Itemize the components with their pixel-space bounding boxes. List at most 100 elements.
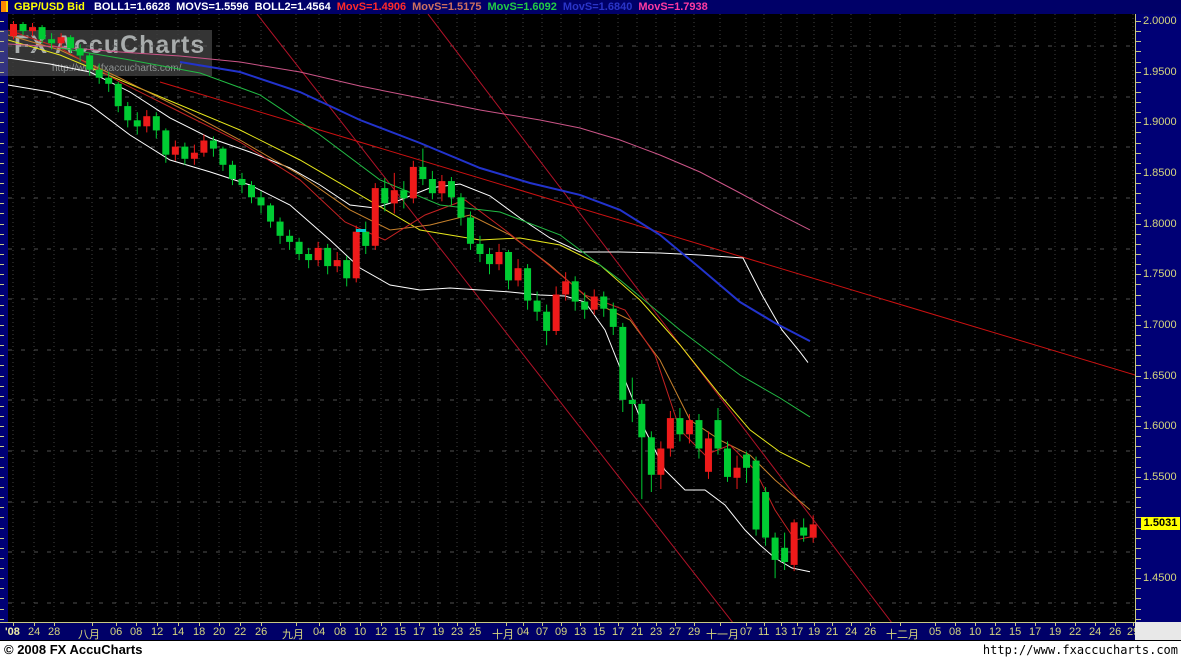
price-tick [1136,578,1141,580]
price-label: 1.9000 [1143,116,1177,129]
time-tick [618,623,619,626]
time-label: 24 [28,626,41,638]
price-tick [1136,304,1141,306]
time-label: 22 [1069,626,1082,638]
price-tick [1136,21,1141,22]
time-tick [1015,623,1016,626]
price-tick [1136,365,1141,367]
time-label: 26 [1109,626,1122,638]
status-bar: © 2008 FX AccuCharts http://www.fxaccuch… [0,640,1181,658]
price-tick [1136,172,1141,174]
time-label: 17 [413,626,426,638]
time-label: 04 [313,626,326,638]
price-label: 1.7500 [1143,268,1177,281]
time-label: 20 [213,626,226,638]
time-label: 06 [110,626,123,638]
time-tick [34,623,35,626]
price-label: 2.0000 [1143,15,1177,27]
price-tick [1136,183,1141,185]
time-tick [400,623,401,626]
price-tick [1136,314,1141,316]
time-label: 18 [193,626,206,638]
time-label: 17 [791,626,804,638]
time-label: 12 [375,626,388,638]
price-tick [1136,274,1141,276]
time-tick [506,623,507,626]
time-tick [1133,623,1134,626]
price-tick [1136,91,1141,93]
fx-accucharts-window: GBP/USD Bid BOLL1=1.6628 MOVS=1.5596 BOLL2… [0,0,1181,658]
time-tick [1055,623,1056,626]
time-tick [1075,623,1076,626]
price-tick [1136,71,1141,73]
time-label: 21 [631,626,644,638]
price-tick [1136,537,1141,539]
price-tick [1136,416,1141,418]
time-label: 07 [740,626,753,638]
time-tick [54,623,55,626]
time-tick [694,623,695,626]
time-label: 05 [929,626,942,638]
time-tick [975,623,976,626]
price-tick [1136,61,1141,63]
candlestick-chart[interactable] [0,0,1181,658]
price-tick [1136,588,1141,590]
time-tick [675,623,676,626]
time-label: 24 [1089,626,1102,638]
time-label: 08 [130,626,143,638]
time-tick [475,623,476,626]
time-tick [580,623,581,626]
time-tick [561,623,562,626]
price-tick [1136,223,1141,225]
price-tick [1136,51,1141,53]
time-label: 07 [536,626,549,638]
time-label: 24 [845,626,858,638]
time-tick [797,623,798,626]
price-tick [1136,41,1141,43]
time-label: 29 [688,626,701,638]
price-tick [1136,446,1141,448]
price-tick [1136,345,1141,347]
price-tick [1136,486,1141,488]
price-tick [1136,284,1141,286]
time-tick [542,623,543,626]
time-axis[interactable]: '08 24 28 八月 06 08 12 14 18 20 22 26 九月 04 08 10 12 15 17 1… [0,622,1139,641]
time-tick [900,623,901,626]
time-tick [136,623,137,626]
time-tick [1115,623,1116,626]
price-tick [1136,335,1141,337]
price-tick [1136,81,1141,83]
time-label: 12 [151,626,164,638]
price-tick [1136,162,1141,164]
price-tick [1136,618,1141,620]
time-tick [832,623,833,626]
time-tick [116,623,117,626]
time-tick [764,623,765,626]
time-tick [438,623,439,626]
time-label: 15 [394,626,407,638]
price-tick [1136,294,1141,296]
price-label: 1.7000 [1143,318,1177,331]
time-tick [340,623,341,626]
time-label: 10 [354,626,367,638]
time-tick [955,623,956,626]
time-tick [178,623,179,626]
time-tick [870,623,871,626]
time-label: 09 [555,626,568,638]
time-label: 10 [969,626,982,638]
time-label: 23 [451,626,464,638]
price-tick [1136,608,1141,610]
website-link[interactable]: http://www.fxaccucharts.com [983,643,1178,657]
price-tick [1136,253,1141,255]
time-tick [599,623,600,626]
price-tick [1136,547,1141,549]
time-tick [720,623,721,626]
price-tick [1136,375,1141,377]
price-label: 1.5500 [1143,470,1177,483]
price-tick [1136,152,1141,154]
time-label: 26 [255,626,268,638]
time-label: 13 [775,626,788,638]
time-tick [92,623,93,626]
time-tick [261,623,262,626]
price-axis[interactable]: 1.5031 2.0000 1.9500 1.9000 1.8500 1.8000 1.7… [1135,14,1181,622]
